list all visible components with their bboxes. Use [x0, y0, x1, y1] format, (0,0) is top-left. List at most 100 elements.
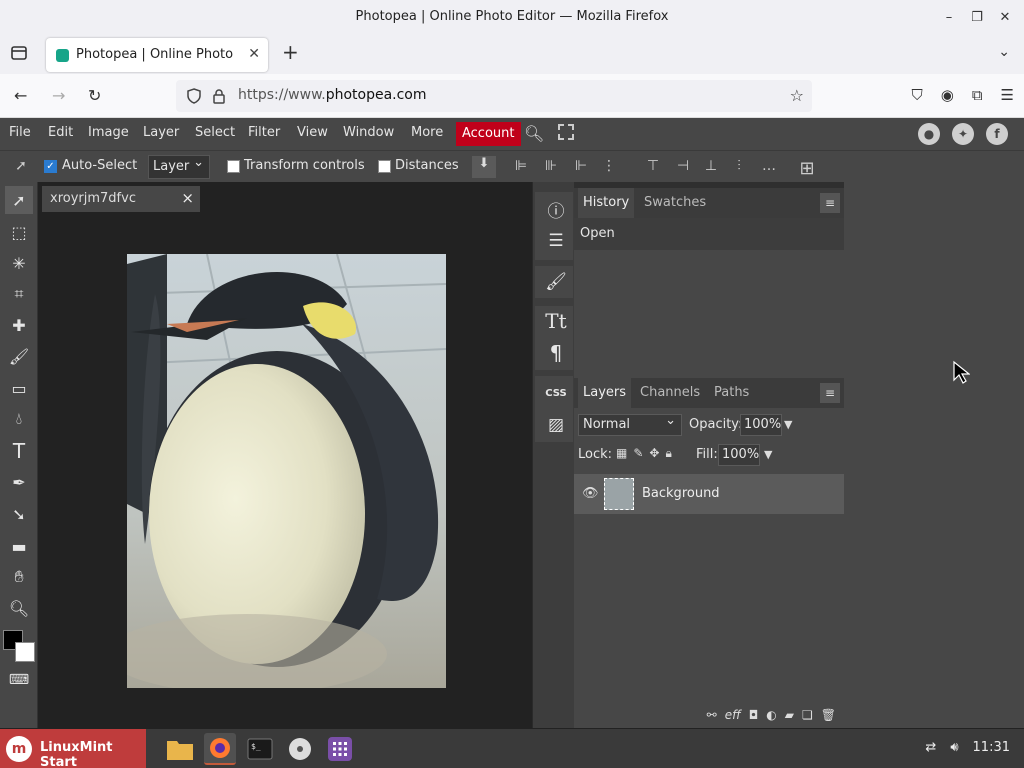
- list-all-tabs-icon[interactable]: [10, 44, 28, 62]
- account-button[interactable]: Account: [456, 122, 521, 146]
- menu-image[interactable]: Image: [88, 125, 129, 140]
- search-icon[interactable]: 🔍︎: [524, 124, 544, 143]
- tab-paths[interactable]: Paths: [714, 385, 749, 400]
- lock-transparency-icon[interactable]: ▦: [616, 446, 627, 461]
- shield-icon[interactable]: [186, 88, 202, 104]
- url-bar[interactable]: https://www.photopea.com ☆: [176, 80, 812, 112]
- pocket-icon[interactable]: ⛉: [911, 86, 922, 104]
- distances-checkbox[interactable]: [378, 160, 391, 173]
- reload-button[interactable]: ↻: [88, 86, 101, 105]
- auto-select-target-dropdown[interactable]: Layer: [148, 155, 210, 179]
- lock-icon[interactable]: [212, 88, 226, 104]
- tab-history[interactable]: History: [578, 188, 635, 218]
- volume-icon[interactable]: 🔊︎: [950, 740, 958, 755]
- menu-view[interactable]: View: [297, 125, 328, 140]
- bookmark-star-icon[interactable]: ☆: [790, 86, 804, 105]
- hand-tool-icon[interactable]: ✋︎: [5, 563, 33, 591]
- layers-panel-menu-icon[interactable]: ≡: [820, 383, 840, 403]
- lock-position-icon[interactable]: ✥: [649, 446, 659, 461]
- tab-layers[interactable]: Layers: [578, 378, 632, 408]
- account-icon[interactable]: ◉: [941, 86, 954, 104]
- menu-edit[interactable]: Edit: [48, 125, 73, 140]
- disc-app-icon[interactable]: [284, 733, 316, 765]
- fill-dropdown-icon[interactable]: ▼: [764, 448, 772, 461]
- fullscreen-icon[interactable]: [558, 124, 574, 140]
- align-left-icon[interactable]: ⊫: [512, 158, 530, 176]
- blend-mode-select[interactable]: Normal: [578, 413, 682, 436]
- delete-layer-icon[interactable]: 🗑︎: [821, 708, 836, 722]
- align-top-icon[interactable]: ⊤: [644, 158, 662, 176]
- keyboard-icon[interactable]: ⌨: [5, 666, 33, 694]
- terminal-app-icon[interactable]: $_: [244, 733, 276, 765]
- healing-brush-tool-icon[interactable]: ✚: [5, 311, 33, 339]
- link-layers-icon[interactable]: ⚯: [707, 708, 717, 722]
- align-bottom-icon[interactable]: ⊥: [702, 158, 720, 176]
- adjustments-icon[interactable]: ☰: [539, 226, 573, 256]
- browser-tab-photopea[interactable]: Photopea | Online Photo Editor ✕: [46, 38, 268, 72]
- menu-window[interactable]: Window: [343, 125, 394, 140]
- magic-wand-tool-icon[interactable]: ✳: [5, 249, 33, 277]
- image-canvas[interactable]: [127, 254, 446, 688]
- align-right-icon[interactable]: ⊩: [572, 158, 590, 176]
- chevron-down-icon[interactable]: ⌄: [998, 44, 1010, 60]
- menu-select[interactable]: Select: [195, 125, 235, 140]
- more-align-icon[interactable]: …: [760, 158, 778, 176]
- move-tool-icon[interactable]: ➚: [5, 186, 33, 214]
- visibility-eye-icon[interactable]: 👁︎: [582, 486, 599, 501]
- add-mask-icon[interactable]: ◘: [749, 708, 759, 722]
- tab-swatches[interactable]: Swatches: [644, 195, 706, 210]
- new-tab-button[interactable]: +: [282, 40, 299, 64]
- menu-filter[interactable]: Filter: [248, 125, 280, 140]
- distribute-vertical-icon[interactable]: ⋮: [600, 158, 618, 176]
- opacity-dropdown-icon[interactable]: ▼: [784, 418, 792, 431]
- info-icon[interactable]: ⓘ: [539, 194, 573, 224]
- adjustment-layer-icon[interactable]: ◐: [766, 708, 776, 722]
- layer-effects-icon[interactable]: eff: [725, 708, 741, 722]
- clock[interactable]: 11:31: [973, 740, 1010, 755]
- lock-pixels-icon[interactable]: ✎: [633, 446, 643, 461]
- new-group-icon[interactable]: ▰: [785, 708, 794, 722]
- crop-tool-icon[interactable]: ⌗: [5, 280, 33, 308]
- reddit-icon[interactable]: ●: [918, 123, 940, 145]
- restore-icon[interactable]: ❐: [966, 6, 988, 28]
- pen-tool-icon[interactable]: ✒: [5, 468, 33, 496]
- auto-select-checkbox[interactable]: ✓: [44, 160, 57, 173]
- files-app-icon[interactable]: [164, 733, 196, 765]
- twitter-icon[interactable]: ✦: [952, 123, 974, 145]
- background-color-swatch[interactable]: [15, 642, 35, 662]
- align-center-icon[interactable]: ⊪: [542, 158, 560, 176]
- firefox-app-icon[interactable]: [204, 733, 236, 765]
- rectangle-tool-icon[interactable]: ▬: [5, 532, 33, 560]
- tab-channels[interactable]: Channels: [640, 385, 700, 400]
- download-icon[interactable]: ⬇: [472, 156, 496, 178]
- path-select-tool-icon[interactable]: ➘: [5, 500, 33, 528]
- character-icon[interactable]: Tt: [539, 306, 573, 336]
- type-tool-icon[interactable]: T: [5, 437, 33, 465]
- distribute-horizontal-icon[interactable]: ⫶: [730, 158, 748, 176]
- minimize-icon[interactable]: –: [938, 6, 960, 28]
- brush-tool-icon[interactable]: 🖌︎: [5, 342, 33, 370]
- facebook-icon[interactable]: f: [986, 123, 1008, 145]
- menu-more[interactable]: More: [411, 125, 443, 140]
- transform-controls-checkbox[interactable]: [227, 160, 240, 173]
- forward-button[interactable]: →: [52, 86, 65, 105]
- align-middle-icon[interactable]: ⊣: [674, 158, 692, 176]
- start-menu-button[interactable]: m LinuxMint Start: [0, 729, 146, 768]
- extensions-icon[interactable]: ⧉: [972, 86, 983, 104]
- paragraph-icon[interactable]: ¶: [539, 338, 573, 368]
- layer-row[interactable]: 👁︎ Background: [574, 474, 844, 514]
- blur-tool-icon[interactable]: 💧︎: [5, 405, 33, 433]
- history-entry[interactable]: Open: [574, 218, 844, 250]
- css-icon[interactable]: CSS: [539, 378, 573, 408]
- gradient-tool-icon[interactable]: ▭: [5, 374, 33, 402]
- new-layer-icon[interactable]: ❏: [802, 708, 813, 722]
- hamburger-menu-icon[interactable]: ☰: [1001, 86, 1014, 104]
- history-panel-menu-icon[interactable]: ≡: [820, 193, 840, 213]
- opacity-input[interactable]: 100%: [740, 414, 782, 436]
- menu-layer[interactable]: Layer: [143, 125, 179, 140]
- image-icon[interactable]: ▨: [539, 410, 573, 440]
- back-button[interactable]: ←: [14, 86, 27, 105]
- zoom-tool-icon[interactable]: 🔍︎: [5, 594, 33, 622]
- grid-layout-icon[interactable]: ⊞: [798, 158, 816, 179]
- menu-file[interactable]: File: [9, 125, 31, 140]
